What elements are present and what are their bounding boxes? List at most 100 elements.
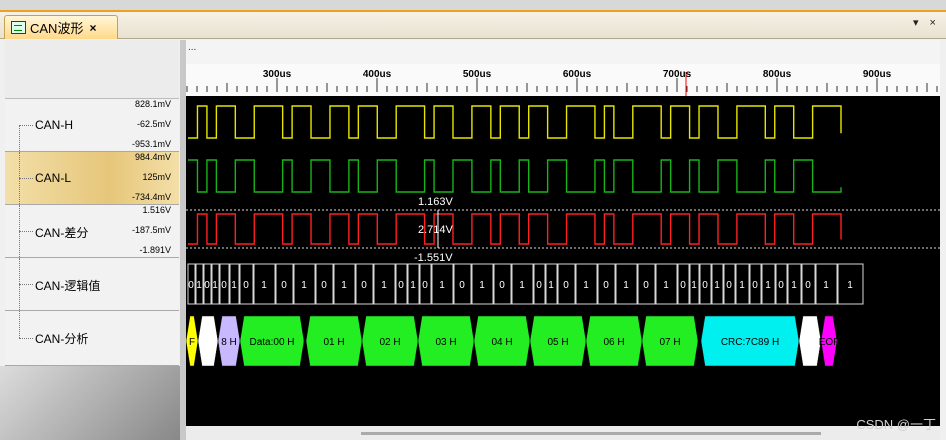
logic-bit-label: 0: [204, 280, 210, 291]
frame-field-label: EOF: [819, 337, 840, 348]
logic-bit-label: 0: [188, 280, 194, 291]
waveform-canvas: 0101010101010101010101010101010101010101…: [186, 105, 940, 367]
logic-bit-label: 1: [341, 280, 347, 291]
tab-can-waveform[interactable]: CAN波形 ×: [4, 15, 118, 39]
scale-mid: -62.5mV: [136, 119, 171, 129]
frame-field-label: 8 H: [221, 337, 237, 348]
ruler-label-800us: 800us: [762, 69, 792, 80]
logic-bit-label: 0: [563, 280, 569, 291]
logic-bit-label: 1: [439, 280, 445, 291]
ruler-menu[interactable]: ...: [188, 42, 196, 53]
channel-row-can-l[interactable]: CAN-L 984.4mV 125mV -734.4mV: [5, 152, 179, 205]
window-controls[interactable]: ▾ ×: [913, 16, 940, 29]
close-icon[interactable]: ×: [89, 21, 96, 35]
channel-row-can-analysis[interactable]: CAN-分析: [5, 311, 179, 366]
logic-bit-label: 0: [643, 280, 649, 291]
document-tab-bar: CAN波形 × ▾ ×: [0, 12, 946, 39]
logic-bit-label: 1: [791, 280, 797, 291]
waveform-plot[interactable]: 0101010101010101010101010101010101010101…: [186, 96, 940, 426]
frame-field-1: [197, 315, 219, 367]
scale-bottom: -734.4mV: [131, 192, 171, 202]
can-diff-trace: [188, 213, 842, 245]
scrollbar-thumb[interactable]: [361, 432, 821, 435]
frame-field-label: 07 H: [659, 337, 680, 348]
logic-bit-label: 0: [243, 280, 249, 291]
measure-upper: 1.163V: [418, 196, 453, 208]
channel-label: CAN-差分: [35, 226, 89, 240]
logic-bit-label: 1: [548, 280, 554, 291]
logic-bit-label: 1: [714, 280, 720, 291]
channel-panel-footer: [0, 366, 180, 440]
frame-field-label: Data:00 H: [249, 337, 294, 348]
frame-field-12: [798, 315, 822, 367]
logic-bit-label: 1: [212, 280, 218, 291]
logic-bit-label: 1: [519, 280, 525, 291]
ruler-label-400us: 400us: [362, 69, 392, 80]
scale-mid: 125mV: [142, 172, 171, 182]
ruler-label-700us: 700us: [662, 69, 692, 80]
tab-title: CAN波形: [30, 21, 84, 36]
logic-bit-label: 1: [663, 280, 669, 291]
logic-bit-label: 0: [221, 280, 227, 291]
scale-mid: -187.5mV: [131, 225, 171, 235]
scale-bottom: -953.1mV: [131, 139, 171, 149]
logic-bit-label: 0: [361, 280, 367, 291]
logic-bit-label: 0: [726, 280, 732, 291]
channel-label: CAN-H: [35, 118, 73, 132]
logic-bit-label: 0: [752, 280, 758, 291]
logic-bit-label: 1: [623, 280, 629, 291]
logic-bit-label: 1: [583, 280, 589, 291]
logic-bit-label: 0: [422, 280, 428, 291]
logic-bit-label: 1: [381, 280, 387, 291]
can-l-trace: [188, 159, 842, 193]
channel-row-can-diff[interactable]: CAN-差分 1.516V -187.5mV -1.891V: [5, 205, 179, 258]
logic-bit-label: 1: [479, 280, 485, 291]
frame-field-label: CRC:7C89 H: [721, 337, 779, 348]
ruler-label-300us: 300us: [262, 69, 292, 80]
logic-bit-label: 1: [196, 280, 202, 291]
channel-label: CAN-逻辑值: [35, 279, 101, 293]
frame-field-label: 02 H: [379, 337, 400, 348]
scale-bottom: -1.891V: [139, 245, 171, 255]
frame-field-label: F: [189, 337, 195, 348]
logic-bit-label: 0: [603, 280, 609, 291]
waveform-icon: [11, 21, 26, 34]
frame-field-label: 04 H: [491, 337, 512, 348]
logic-bit-label: 1: [301, 280, 307, 291]
frame-field-label: 01 H: [323, 337, 344, 348]
logic-bit-label: 0: [680, 280, 686, 291]
ruler-toolbar: ...: [186, 40, 940, 65]
channel-row-can-logic[interactable]: CAN-逻辑值: [5, 258, 179, 311]
frame-field-label: 03 H: [435, 337, 456, 348]
measure-lower: -1.551V: [414, 252, 453, 264]
window-top-strip: [0, 0, 946, 12]
logic-bit-label: 1: [765, 280, 771, 291]
frame-field-label: 06 H: [603, 337, 624, 348]
channel-row-can-h[interactable]: CAN-H 828.1mV -62.5mV -953.1mV: [5, 99, 179, 152]
logic-bit-label: 1: [231, 280, 237, 291]
logic-bit-label: 0: [805, 280, 811, 291]
horizontal-scrollbar[interactable]: [186, 426, 940, 440]
logic-bit-label: 0: [398, 280, 404, 291]
logic-bit-label: 1: [823, 280, 829, 291]
ruler-label-500us: 500us: [462, 69, 492, 80]
channel-label: CAN-分析: [35, 332, 89, 346]
logic-bit-label: 1: [261, 280, 267, 291]
channel-label: CAN-L: [35, 171, 72, 185]
scale-top: 828.1mV: [134, 99, 171, 109]
scale-top: 1.516V: [142, 205, 171, 215]
can-h-trace: [188, 105, 842, 139]
logic-bit-label: 0: [499, 280, 505, 291]
logic-bit-label: 1: [739, 280, 745, 291]
logic-bit-label: 0: [321, 280, 327, 291]
ruler-label-900us: 900us: [862, 69, 892, 80]
watermark: CSDN @一丁: [856, 417, 936, 432]
logic-bit-label: 0: [702, 280, 708, 291]
logic-bit-label: 1: [410, 280, 416, 291]
scale-top: 984.4mV: [134, 152, 171, 162]
measure-delta: 2.714V: [418, 224, 453, 236]
channel-panel-header: [5, 40, 179, 99]
logic-bit-label: 0: [536, 280, 542, 291]
time-ruler[interactable]: 300us 400us 500us 600us 700us 800us 900u…: [186, 64, 940, 97]
logic-bit-label: 0: [778, 280, 784, 291]
